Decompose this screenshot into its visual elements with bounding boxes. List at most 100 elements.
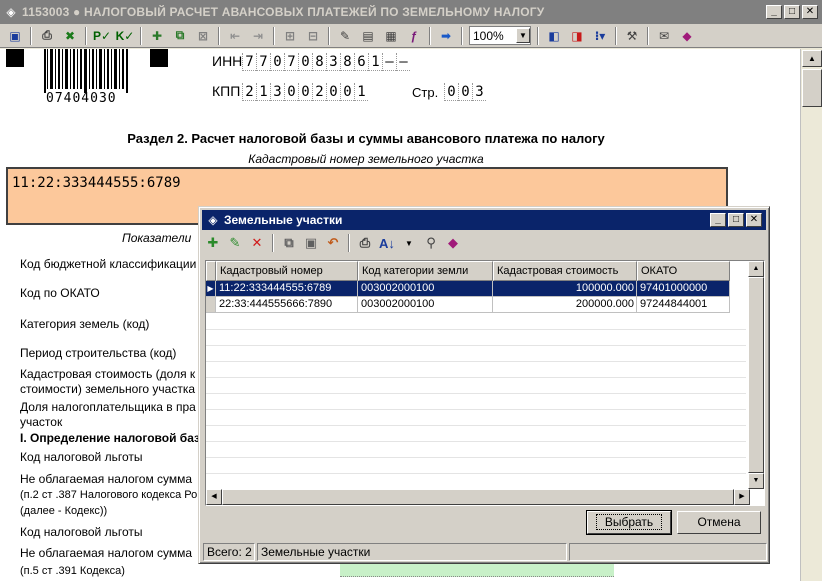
tools-icon[interactable]: ⚒: [621, 26, 643, 46]
scroll-left-icon[interactable]: ◀: [206, 489, 222, 505]
maximize-button[interactable]: □: [784, 5, 800, 19]
table-header: Кадастровый номер Код категории земли Ка…: [206, 261, 730, 281]
table-row[interactable]: ▶ 11:22:333444555:6789 003002000100 1000…: [206, 281, 730, 297]
table-vertical-scrollbar[interactable]: ▲ ▼: [748, 261, 764, 489]
check-p-icon[interactable]: P✓: [91, 26, 113, 46]
scroll-up-icon[interactable]: ▲: [748, 261, 764, 277]
dialog-close-button[interactable]: ✕: [746, 213, 762, 227]
row-indicator: [206, 297, 216, 313]
add-record-icon[interactable]: ✚: [203, 233, 223, 253]
sort-icon[interactable]: A↓: [377, 233, 397, 253]
inn-digit[interactable]: –: [396, 53, 410, 71]
inn-digit[interactable]: 7: [242, 53, 256, 71]
main-scrollbar[interactable]: ▲: [800, 49, 822, 581]
help-book-icon[interactable]: ◆: [676, 26, 698, 46]
cell-okato[interactable]: 97244844001: [637, 297, 730, 313]
inn-digit[interactable]: 7: [256, 53, 270, 71]
scroll-right-icon[interactable]: ▶: [734, 489, 750, 505]
page-digit[interactable]: 0: [444, 83, 458, 101]
inn-digit[interactable]: 1: [368, 53, 382, 71]
select-button[interactable]: Выбрать: [586, 510, 672, 535]
delete-page-icon[interactable]: ⊠: [192, 26, 214, 46]
inn-digit[interactable]: 6: [354, 53, 368, 71]
inn-digit[interactable]: 0: [270, 53, 284, 71]
kpp-digit[interactable]: 0: [298, 83, 312, 101]
comment-icon[interactable]: ✉: [653, 26, 675, 46]
scroll-thumb[interactable]: [222, 489, 734, 505]
cell-land-category[interactable]: 003002000100: [358, 297, 493, 313]
kpp-digit[interactable]: 1: [256, 83, 270, 101]
cell-cadastral-value[interactable]: 200000.000: [493, 297, 637, 313]
search-binoculars-icon[interactable]: ⚲: [421, 233, 441, 253]
zoom-select[interactable]: 100% ▼: [469, 26, 531, 45]
cell-cadastral-value[interactable]: 100000.000: [493, 281, 637, 297]
insert-row-icon[interactable]: ⊞: [279, 26, 301, 46]
scroll-thumb[interactable]: [802, 69, 822, 107]
print-icon[interactable]: ⎙: [36, 26, 58, 46]
kpp-digit[interactable]: 2: [242, 83, 256, 101]
delete-row-icon[interactable]: ⊟: [302, 26, 324, 46]
kpp-digit[interactable]: 3: [270, 83, 284, 101]
inn-digit[interactable]: 3: [326, 53, 340, 71]
cancel-button[interactable]: Отмена: [677, 511, 761, 534]
formula-icon[interactable]: ƒ: [403, 26, 425, 46]
kpp-digit[interactable]: 1: [354, 83, 368, 101]
add-page-icon[interactable]: ✚: [146, 26, 168, 46]
kpp-digit[interactable]: 0: [284, 83, 298, 101]
help-book-icon[interactable]: ◆: [443, 233, 463, 253]
tree-icon[interactable]: ⁝▾: [589, 26, 611, 46]
check-k-icon[interactable]: K✓: [114, 26, 136, 46]
chevron-down-icon[interactable]: ▼: [516, 28, 530, 43]
cell-okato[interactable]: 97401000000: [637, 281, 730, 297]
print-icon[interactable]: ⎙: [355, 233, 375, 253]
add-pages-icon[interactable]: ⧉: [169, 26, 191, 46]
save-icon[interactable]: ▣: [4, 26, 26, 46]
page-digit[interactable]: 3: [472, 83, 486, 101]
prev-page-icon[interactable]: ⇤: [224, 26, 246, 46]
arrow-right-icon[interactable]: ➡: [435, 26, 457, 46]
column-header-cadastral-value[interactable]: Кадастровая стоимость: [493, 261, 637, 281]
column-header-cadastral-number[interactable]: Кадастровый номер: [216, 261, 358, 281]
page-number-field[interactable]: 003: [444, 83, 486, 101]
kpp-digit[interactable]: 0: [340, 83, 354, 101]
page-digit[interactable]: 0: [458, 83, 472, 101]
inn-digit[interactable]: 8: [312, 53, 326, 71]
edit-record-icon[interactable]: ✎: [225, 233, 245, 253]
paste-icon[interactable]: ▣: [301, 233, 321, 253]
edit-form-icon[interactable]: ✎: [334, 26, 356, 46]
column-header-land-category[interactable]: Код категории земли: [358, 261, 493, 281]
untaxed-sum-label-2: Не облагаемая налогом сумма: [20, 546, 193, 560]
inn-digit[interactable]: 7: [284, 53, 298, 71]
input-field-highlight[interactable]: [340, 563, 614, 577]
dialog-maximize-button[interactable]: □: [728, 213, 744, 227]
kpp-digit[interactable]: 2: [312, 83, 326, 101]
close-button[interactable]: ✕: [802, 5, 818, 19]
delete-record-icon[interactable]: ✕: [247, 233, 267, 253]
inn-field[interactable]: 7 7 0 7 0 8 3 8 6 1– –: [242, 53, 410, 71]
inn-digit[interactable]: 0: [298, 53, 312, 71]
minimize-button[interactable]: _: [766, 5, 782, 19]
next-page-icon[interactable]: ⇥: [247, 26, 269, 46]
cell-land-category[interactable]: 003002000100: [358, 281, 493, 297]
color-page-icon[interactable]: ◨: [566, 26, 588, 46]
column-header-okato[interactable]: ОКАТО: [637, 261, 730, 281]
kpp-field[interactable]: 213002001: [242, 83, 368, 101]
form-icon[interactable]: ▤: [357, 26, 379, 46]
inn-digit[interactable]: 8: [340, 53, 354, 71]
scroll-down-icon[interactable]: ▼: [748, 473, 764, 489]
table-horizontal-scrollbar[interactable]: ◀ ▶: [206, 489, 750, 505]
inn-digit[interactable]: –: [382, 53, 396, 71]
cell-cadastral-number[interactable]: 22:33:444555666:7890: [216, 297, 358, 313]
undo-icon[interactable]: ↶: [323, 233, 343, 253]
calc-icon[interactable]: ▦: [380, 26, 402, 46]
page-layout-icon[interactable]: ◧: [543, 26, 565, 46]
scroll-up-icon[interactable]: ▲: [802, 50, 822, 67]
copy-icon[interactable]: ⧉: [279, 233, 299, 253]
cell-cadastral-number[interactable]: 11:22:333444555:6789: [216, 281, 358, 297]
dialog-minimize-button[interactable]: _: [710, 213, 726, 227]
kpp-digit[interactable]: 0: [326, 83, 340, 101]
excel-icon[interactable]: ✖: [59, 26, 81, 46]
table-row[interactable]: 22:33:444555666:7890 003002000100 200000…: [206, 297, 730, 313]
scroll-thumb[interactable]: [748, 277, 764, 473]
chevron-down-icon[interactable]: ▼: [399, 233, 419, 253]
